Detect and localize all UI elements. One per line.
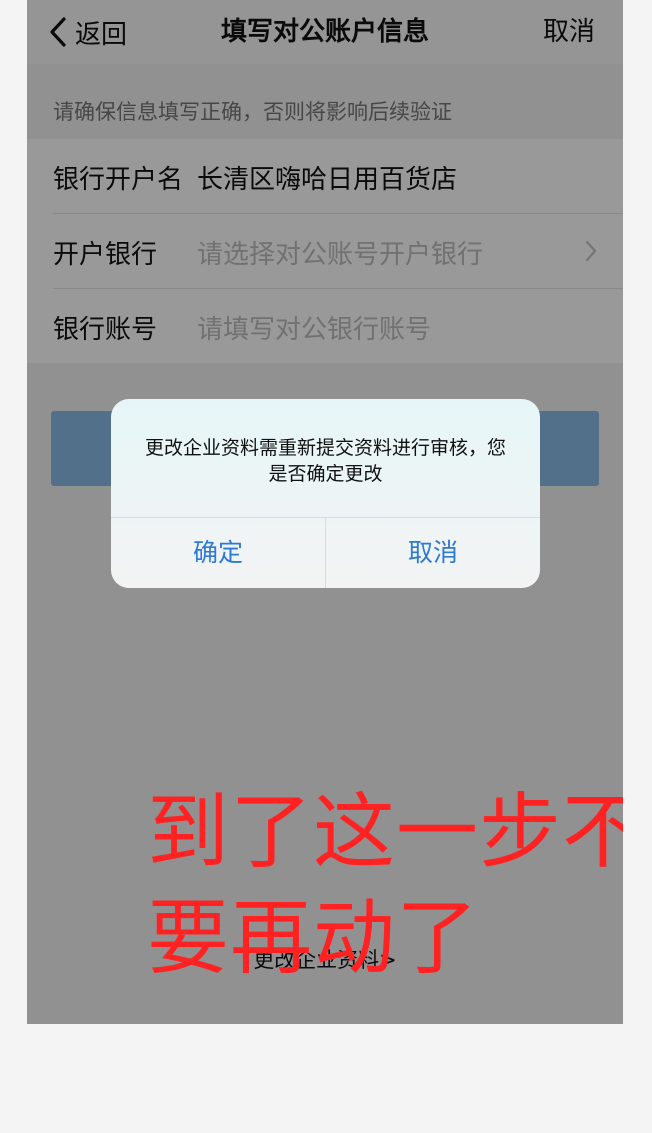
- red-annotation-text: 到了这一步不要再动了: [147, 785, 623, 986]
- app-screen: 返回 填写对公账户信息 取消 请确保信息填写正确，否则将影响后续验证 银行开户名…: [27, 0, 623, 1024]
- dialog-confirm-button[interactable]: 确定: [111, 518, 325, 588]
- dialog-message: 更改企业资料需重新提交资料进行审核，您是否确定更改: [144, 437, 506, 485]
- dialog-buttons: 确定 取消: [111, 517, 540, 588]
- dialog-cancel-button[interactable]: 取消: [325, 518, 540, 588]
- confirm-dialog: 更改企业资料需重新提交资料进行审核，您是否确定更改 确定 取消: [111, 399, 540, 588]
